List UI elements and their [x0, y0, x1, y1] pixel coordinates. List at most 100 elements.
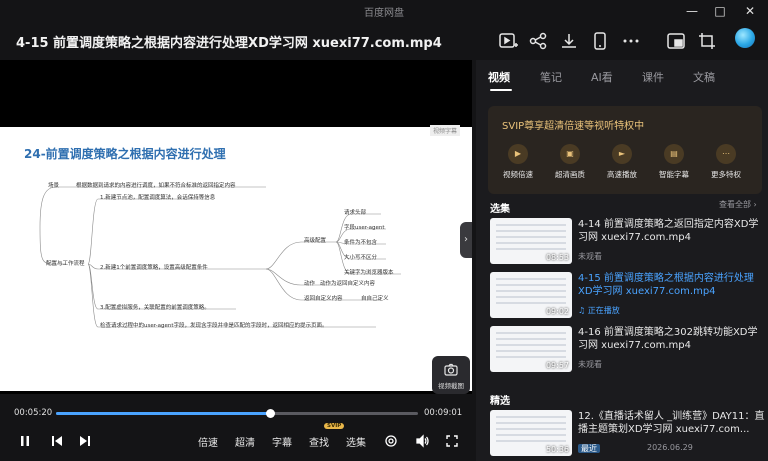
pause-icon[interactable] [18, 433, 32, 447]
featured-thumbnail: 50:36 [490, 410, 572, 456]
svip-headline: SVIP尊享超清倍速等视听特权中 [502, 121, 645, 132]
video-area[interactable]: 视频字幕 24-前置调度策略之根据内容进行处理 场景 根据数据到请求的内容进行调… [0, 60, 472, 394]
episode-duration: 09:57 [545, 361, 569, 370]
mindmap-node-ua: 字段user-agent [344, 225, 385, 231]
more-perk-icon: ⋯ [716, 144, 736, 164]
title-bar: 百度网盘 — □ ✕ [0, 0, 768, 22]
perk-speed[interactable]: ▶ 视频倍速 [496, 144, 540, 180]
episode-thumbnail: 08:53 [490, 218, 572, 264]
svip-privileges-card[interactable]: SVIP尊享超清倍速等视听特权中 ▶ 视频倍速 ▣ 超清画质 ► 高速播放 ▤ … [488, 106, 762, 194]
phone-icon[interactable] [589, 30, 611, 52]
close-icon[interactable]: ✕ [738, 2, 762, 20]
episodes-button[interactable]: 选集 [346, 434, 366, 449]
mind-map: 场景 根据数据到请求的内容进行调度，如果不符合标准的返回指定内容 配置与工作流程… [36, 179, 441, 339]
crop-icon[interactable] [696, 30, 718, 52]
perk-label: 超清画质 [555, 170, 585, 179]
previous-icon[interactable] [50, 433, 64, 447]
mindmap-node-action-desc: 动作为返回自定义内容 [320, 281, 376, 287]
perk-label: 更多特权 [711, 170, 741, 179]
featured-heading: 精选 [490, 396, 510, 407]
more-icon[interactable] [620, 30, 642, 52]
episode-duration: 08:53 [545, 253, 569, 262]
video-player-window: 百度网盘 — □ ✕ 4-15 前置调度策略之根据内容进行处理XD学习网 xue… [0, 0, 768, 461]
episode-duration: 09:02 [545, 307, 569, 316]
episode-title: 4-14 前置调度策略之返回指定内容XD学习网 xuexi77.com.mp4 [578, 219, 759, 243]
search-button[interactable]: 查找 [309, 434, 329, 449]
perk-label: 视频倍速 [503, 170, 533, 179]
episode-thumbnail: 09:02 [490, 272, 572, 318]
progress-bar[interactable] [56, 409, 418, 418]
fullscreen-icon[interactable] [445, 433, 459, 447]
episodes-heading: 选集 [490, 204, 510, 215]
episode-status: 未观看 [578, 360, 602, 369]
mindmap-node-root: 配置与工作流程 [46, 261, 85, 267]
mindmap-node-step1: 1.新建节点池，配置调度算法，会话保持等信息 [100, 195, 216, 201]
mindmap-node-scene-desc: 根据数据到请求的内容进行调度，如果不符合标准的返回指定内容 [76, 183, 236, 189]
collapse-panel-button[interactable]: › [460, 222, 472, 258]
subtitle-perk-icon: ▤ [664, 144, 684, 164]
episode-item-active[interactable]: 09:02 4-15 前置调度策略之根据内容进行处理XD学习网 xuexi77.… [490, 272, 766, 324]
camera-icon [444, 363, 458, 376]
tab-courseware[interactable]: 课件 [642, 69, 664, 85]
perk-quality[interactable]: ▣ 超清画质 [548, 144, 592, 180]
tab-transcript[interactable]: 文稿 [693, 69, 715, 85]
quality-perk-icon: ▣ [560, 144, 580, 164]
mindmap-node-ret-desc: 自自己定义 [361, 296, 389, 302]
share-icon[interactable] [527, 30, 549, 52]
minimize-icon[interactable]: — [680, 2, 704, 20]
progress-handle[interactable] [265, 409, 275, 418]
speed-button[interactable]: 倍速 [198, 434, 218, 449]
video-capture-button[interactable]: 视频截图 [432, 356, 470, 394]
tab-video[interactable]: 视频 [488, 69, 510, 85]
maximize-icon[interactable]: □ [708, 2, 732, 20]
recent-tag: 最近 [578, 444, 600, 453]
quality-button[interactable]: 超清 [235, 434, 255, 449]
subtitle-button[interactable]: 字幕 [272, 434, 292, 449]
featured-duration: 50:36 [545, 445, 569, 454]
episode-title: 4-15 前置调度策略之根据内容进行处理XD学习网 xuexi77.com.mp… [578, 273, 754, 297]
mind-map-lines [39, 186, 401, 328]
avatar[interactable] [735, 28, 755, 48]
featured-date: 2026.06.29 [647, 443, 693, 452]
mindmap-node-step2: 2.新建1个前置调度策略，设置高级配置条件 [100, 265, 208, 271]
episode-thumbnail: 09:57 [490, 326, 572, 372]
file-title: 4-15 前置调度策略之根据内容进行处理XD学习网 xuexi77.com.mp… [16, 36, 442, 51]
mindmap-node-ret: 返回自定义内容 [304, 296, 343, 302]
perk-more[interactable]: ⋯ 更多特权 [704, 144, 748, 180]
episode-status-text: 正在播放 [587, 306, 620, 315]
featured-title: 12.《直播话术留人 _训练营》DAY11：直播主题策划XD学习网 xuexi7… [578, 411, 765, 435]
featured-item[interactable]: 50:36 12.《直播话术留人 _训练营》DAY11：直播主题策划XD学习网 … [490, 410, 766, 461]
settings-icon[interactable] [384, 433, 398, 447]
tab-notes[interactable]: 笔记 [540, 69, 562, 85]
episode-item[interactable]: 09:57 4-16 前置调度策略之302跳转功能XD学习网 xuexi77.c… [490, 326, 766, 378]
mini-window-icon[interactable] [665, 30, 687, 52]
download-icon[interactable] [558, 30, 580, 52]
video-add-icon[interactable] [497, 30, 519, 52]
mindmap-node-cond: 条件为不包含 [344, 240, 378, 246]
slide-title: 24-前置调度策略之根据内容进行处理 [24, 147, 226, 161]
mindmap-node-kw: 关键字为浏览器版本 [344, 270, 394, 276]
perk-subtitles[interactable]: ▤ 智能字幕 [652, 144, 696, 180]
episode-item[interactable]: 08:53 4-14 前置调度策略之返回指定内容XD学习网 xuexi77.co… [490, 218, 766, 270]
svip-badge: SVIP [324, 423, 345, 429]
tab-ai[interactable]: AI看 [591, 69, 613, 85]
volume-icon[interactable] [415, 433, 429, 448]
mindmap-node-req-head: 请求头部 [344, 210, 367, 216]
total-time: 00:09:01 [424, 408, 463, 418]
next-icon[interactable] [78, 433, 92, 447]
see-all-link[interactable]: 查看全部 › [719, 199, 757, 210]
mindmap-node-step3: 3.配置虚拟服务，关联配置的前置调度策略。 [100, 305, 210, 311]
episode-status: 未观看 [578, 252, 602, 261]
perk-fast-play[interactable]: ► 高速播放 [600, 144, 644, 180]
side-panel: 视频 笔记 AI看 课件 文稿 SVIP尊享超清倍速等视听特权中 ▶ 视频倍速 … [476, 60, 768, 461]
app-title: 百度网盘 [364, 8, 404, 19]
mindmap-node-advanced: 高级配置 [304, 238, 327, 244]
player-controls: 00:05:20 00:09:01 倍速 超清 字幕 SVIP 查找 选集 [0, 394, 472, 461]
playing-icon: ♫ [578, 306, 588, 315]
player-header: 4-15 前置调度策略之根据内容进行处理XD学习网 xuexi77.com.mp… [0, 22, 768, 60]
progress-fill [56, 412, 270, 415]
current-time: 00:05:20 [14, 408, 53, 418]
mindmap-node-case: 大小写不区分 [344, 255, 378, 261]
perk-label: 智能字幕 [659, 170, 689, 179]
mindmap-node-scene: 场景 [48, 183, 60, 189]
